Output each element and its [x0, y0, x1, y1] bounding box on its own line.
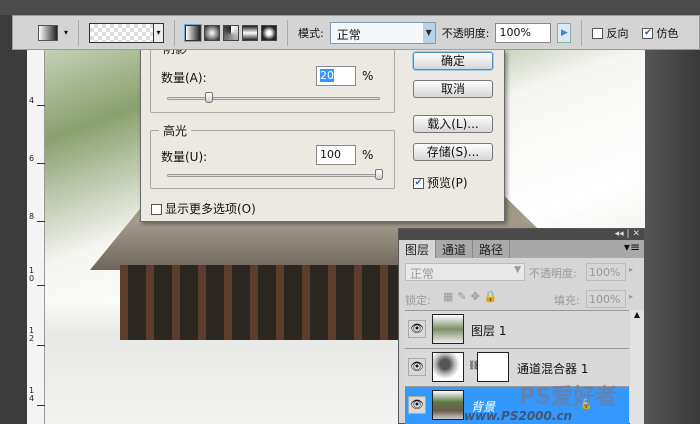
fill-input[interactable]: 100%: [586, 290, 626, 308]
ok-button[interactable]: 确定: [413, 52, 493, 70]
tab-layers[interactable]: 图层: [399, 240, 437, 258]
divider: [174, 19, 176, 46]
percent-label: %: [362, 148, 374, 162]
adjustment-icon: [432, 352, 464, 382]
ruler-tick: 6: [29, 154, 35, 163]
layers-scrollbar[interactable]: ▲: [630, 310, 644, 424]
canvas-pasteboard: [645, 15, 700, 424]
blend-mode-select[interactable]: 正常 ▼: [405, 263, 525, 281]
options-bar: ▾ 模式: 正常▼ 不透明度: 100% ▶ 反向 ✔仿色: [12, 15, 700, 50]
layer-row[interactable]: 👁 图层 1: [405, 310, 629, 348]
ruler-tick: 14: [29, 386, 35, 403]
chevron-down-icon[interactable]: ▾: [64, 28, 68, 37]
ruler-tick: 8: [29, 212, 35, 221]
percent-label: %: [362, 69, 374, 83]
opacity-arrow-icon[interactable]: ▸: [629, 265, 633, 274]
watermark-logo: PS爱好者: [519, 385, 617, 410]
ruler-tick: 4: [29, 96, 35, 105]
shadow-highlight-dialog: 阴影 数量(A): 20 % 高光 数量(U): 100 % 显示更多选项(O)…: [140, 40, 505, 222]
layers-panel: ◂◂ | ✕ 图层 通道 路径 ▾≡ 正常 ▼ 不透明度: 100% ▸ 锁定: …: [398, 228, 645, 424]
save-button[interactable]: 存储(S)...: [413, 143, 493, 161]
tab-paths[interactable]: 路径: [473, 240, 511, 258]
layer-opacity-label: 不透明度:: [529, 267, 577, 280]
check-icon: ✔: [642, 28, 654, 39]
highlights-amount-slider[interactable]: [167, 174, 380, 177]
ruler-tick: 12: [29, 326, 35, 343]
reverse-checkbox[interactable]: 反向: [592, 25, 628, 41]
highlights-amount-label: 数量(U):: [161, 150, 208, 164]
layer-name[interactable]: 图层 1: [471, 322, 506, 339]
shadows-slider-thumb[interactable]: [205, 92, 213, 103]
opacity-slider-button[interactable]: ▶: [557, 22, 572, 43]
watermark-url: www.PS2000.cn: [464, 409, 573, 423]
checkbox-icon[interactable]: [151, 204, 162, 215]
load-button[interactable]: 载入(L)...: [413, 115, 493, 133]
highlights-slider-thumb[interactable]: [375, 169, 383, 180]
highlights-legend: 高光: [163, 124, 188, 138]
cancel-button[interactable]: 取消: [413, 80, 493, 98]
opacity-label: 不透明度:: [441, 26, 490, 40]
divider: [581, 19, 583, 46]
lock-icons[interactable]: ▦✎✥🔒: [443, 290, 502, 303]
layer-thumbnail: [432, 314, 464, 344]
dither-checkbox[interactable]: ✔ 仿色: [642, 25, 678, 41]
gradient-picker[interactable]: [89, 22, 165, 43]
canvas-posts: [120, 265, 400, 340]
divider: [287, 19, 289, 46]
panel-header[interactable]: ◂◂ | ✕: [399, 229, 644, 240]
tab-channels[interactable]: 通道: [436, 240, 474, 258]
vertical-ruler[interactable]: 4 6 8 10 12 14: [27, 15, 45, 424]
eye-icon[interactable]: 👁: [408, 396, 426, 414]
opacity-input[interactable]: 100%: [495, 22, 552, 43]
chevron-down-icon[interactable]: ▼: [422, 22, 435, 43]
layer-thumbnail: [432, 390, 464, 420]
reflected-gradient-icon[interactable]: [242, 24, 259, 41]
eye-icon[interactable]: 👁: [408, 358, 426, 376]
eye-icon[interactable]: 👁: [408, 320, 426, 338]
highlights-amount-input[interactable]: 100: [316, 145, 356, 165]
shadows-amount-label: 数量(A):: [161, 71, 207, 85]
shadows-amount-input[interactable]: 20: [316, 66, 356, 86]
layer-opacity-input[interactable]: 100%: [586, 263, 626, 281]
mode-label: 模式:: [298, 26, 324, 40]
angle-gradient-icon[interactable]: [223, 24, 240, 41]
linear-gradient-icon[interactable]: [184, 23, 203, 42]
layer-name[interactable]: 通道混合器 1: [517, 360, 588, 377]
diamond-gradient-icon[interactable]: [261, 24, 278, 41]
layer-mask-thumbnail: [477, 352, 509, 382]
lock-label: 锁定:: [405, 294, 431, 307]
fill-label: 填充:: [554, 294, 580, 307]
mode-select[interactable]: 正常 ▼: [329, 21, 436, 44]
fill-arrow-icon[interactable]: ▸: [629, 292, 633, 301]
check-icon[interactable]: ✔: [413, 178, 424, 189]
gradient-tool-preset-icon[interactable]: [38, 24, 58, 41]
ruler-tick: 10: [29, 266, 35, 283]
shadows-amount-slider[interactable]: [167, 97, 380, 100]
more-options-checkbox[interactable]: 显示更多选项(O): [151, 200, 256, 217]
panel-menu-icon[interactable]: ▾≡: [510, 240, 644, 258]
divider: [78, 19, 80, 46]
preview-checkbox[interactable]: ✔ 预览(P): [413, 174, 468, 191]
title-bar: [0, 0, 700, 15]
radial-gradient-icon[interactable]: [204, 24, 221, 41]
